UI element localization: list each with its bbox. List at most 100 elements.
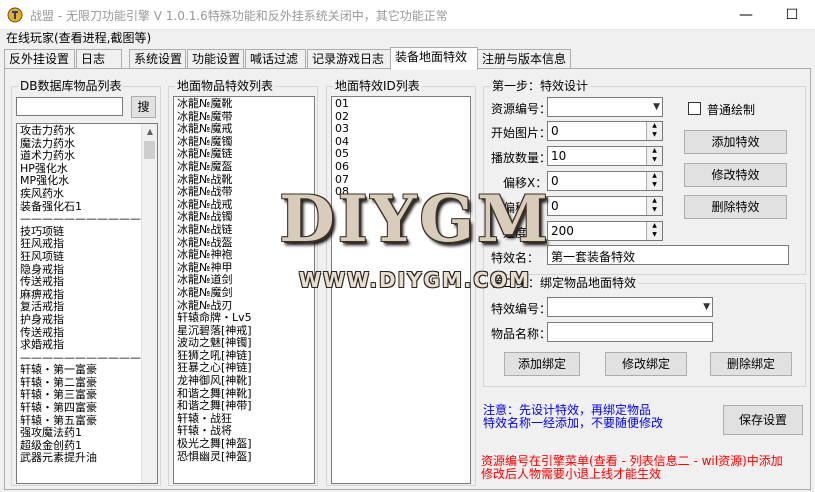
list-item[interactable]: 轩辕命牌・Lv5: [177, 311, 252, 325]
list-item[interactable]: 武器元素提升油: [20, 452, 141, 465]
offset-x-input[interactable]: 0 ▲ ▼: [547, 171, 663, 191]
tab-registration[interactable]: 注册与版本信息: [477, 49, 571, 69]
db-search-button[interactable]: 搜: [131, 96, 156, 118]
spin-up-icon: ▲: [652, 222, 657, 229]
tab-system-settings[interactable]: 系统设置: [129, 49, 186, 69]
list-item[interactable]: 冰龍№魔剑: [177, 286, 252, 300]
spin-up-icon: ▲: [652, 122, 657, 129]
save-settings-button[interactable]: 保存设置: [723, 405, 803, 435]
list-item[interactable]: 龙神御风[神靴]: [177, 374, 252, 388]
speed-spinner[interactable]: ▲ ▼: [646, 222, 662, 240]
normal-draw-checkbox[interactable]: [688, 102, 701, 115]
start-image-spinner[interactable]: ▲ ▼: [646, 122, 662, 140]
maximize-button[interactable]: ☐: [769, 0, 815, 30]
resource-no-label: 资源编号：: [491, 102, 552, 116]
chevron-down-icon: ▼: [653, 102, 660, 112]
spin-down-icon: ▼: [652, 206, 657, 213]
ground-items-title: 地面物品特效列表: [175, 79, 276, 93]
chevron-down-icon: ▼: [703, 302, 710, 312]
effect-name-label: 特效名：: [491, 251, 540, 265]
ground-items-list[interactable]: 冰龍№魔靴 冰龍№魔带 冰龍№魔戒 冰龍№魔镯 冰龍№魔链 冰龍№魔盔 冰龍№战靴 冰龍№战带…: [173, 96, 315, 484]
list-item[interactable]: 狂风项链: [20, 250, 141, 264]
list-item[interactable]: 冰龍№魔戒: [177, 123, 252, 136]
modify-effect-button[interactable]: 修改特效: [684, 163, 787, 187]
start-image-input[interactable]: 0 ▲ ▼: [547, 121, 663, 141]
list-item[interactable]: 冰龍№魔靴: [177, 97, 252, 111]
tab-game-log[interactable]: 记录游戏日志: [307, 49, 391, 69]
list-item[interactable]: 冰龍№战链: [177, 223, 252, 237]
delete-effect-button[interactable]: 删除特效: [684, 195, 787, 219]
list-item[interactable]: 传送戒指: [20, 276, 141, 289]
list-item[interactable]: 波动之魅[神镯]: [177, 337, 252, 350]
resource-no-select[interactable]: ▼: [547, 97, 663, 117]
add-effect-button[interactable]: 添加特效: [684, 130, 787, 154]
list-item[interactable]: 极光之舞[神盔]: [177, 437, 252, 451]
offset-y-spinner[interactable]: ▲ ▼: [646, 197, 662, 215]
tab-anti-cheat[interactable]: 反外挂设置: [4, 49, 75, 69]
delete-binding-button[interactable]: 删除绑定: [710, 352, 792, 376]
ground-effects-panel: DB数据库物品列表 搜 攻击力药水 魔法力药水 道术力药水 HP强化水 MP强化水 疾风药…: [4, 68, 811, 490]
ground-items-lines: 冰龍№魔靴 冰龍№魔带 冰龍№魔戒 冰龍№魔镯 冰龍№魔链 冰龍№魔盔 冰龍№战靴 冰龍№战带…: [177, 97, 252, 464]
bind-item-title: 第二步：绑定物品地面特效: [490, 276, 639, 290]
spin-up-icon: ▲: [652, 147, 657, 154]
db-items-title: DB数据库物品列表: [18, 79, 124, 93]
spin-down-icon: ▼: [652, 231, 657, 238]
tab-ground-effects[interactable]: 装备地面特效: [390, 47, 478, 70]
effect-id-title: 地面特效ID列表: [333, 79, 422, 93]
list-item[interactable]: 轩辕・第四富豪: [20, 401, 141, 415]
effect-name-input[interactable]: 第一套装备特效: [547, 245, 789, 265]
list-item[interactable]: 强攻魔法药1: [20, 427, 141, 440]
list-item[interactable]: 冰龍№战带: [177, 186, 252, 199]
ground-items-group: 地面物品特效列表 冰龍№魔靴 冰龍№魔带 冰龍№魔戒 冰龍№魔镯 冰龍№魔链 冰龍№魔盔冰…: [168, 79, 318, 486]
list-item[interactable]: 道术力药水: [20, 150, 141, 163]
normal-draw-label: 普通绘制: [707, 103, 756, 117]
add-binding-button[interactable]: 添加绑定: [504, 352, 580, 376]
list-item[interactable]: 冰龍№神袍: [177, 249, 252, 262]
spin-up-icon: ▲: [652, 197, 657, 204]
offset-x-spinner[interactable]: ▲ ▼: [646, 172, 662, 190]
db-search-input[interactable]: [16, 97, 123, 116]
list-item[interactable]: 恐惧幽灵[神盔]: [177, 450, 252, 464]
list-item[interactable]: 03: [335, 122, 349, 136]
play-count-input[interactable]: 10 ▲ ▼: [547, 146, 663, 166]
online-players-link[interactable]: 在线玩家(查看进程,截图等): [6, 29, 151, 46]
item-name-input[interactable]: [547, 322, 713, 342]
effect-design-group: 第一步：特效设计 资源编号： ▼ 开始图片： 0 ▲ ▼ 播放数量： 10 ▲ ▼ …: [483, 79, 806, 275]
effect-id-list[interactable]: 01 02 03 04 05 06 07 08: [331, 96, 471, 484]
note-blue-2: 特效名称一经添加，不要随便修改: [483, 416, 664, 430]
start-image-label: 开始图片：: [491, 126, 552, 140]
note-red-2: 修改后人物需要小退上线才能生效: [481, 467, 662, 481]
modify-binding-button[interactable]: 修改绑定: [605, 352, 687, 376]
tab-feature-settings[interactable]: 功能设置: [187, 49, 244, 69]
list-item[interactable]: ———————————: [20, 213, 141, 226]
db-items-scrollbar[interactable]: ▲: [141, 124, 157, 483]
list-item[interactable]: 08: [335, 185, 349, 199]
list-item[interactable]: 轩辕・第一富豪: [20, 364, 141, 377]
db-items-group: DB数据库物品列表 搜 攻击力药水 魔法力药水 道术力药水 HP强化水 MP强化水 疾风药…: [11, 79, 161, 486]
list-item[interactable]: 疾风药水: [20, 187, 141, 201]
list-item[interactable]: 攻击力药水: [20, 124, 141, 138]
item-name-label: 物品名称：: [491, 327, 552, 341]
minimize-button[interactable]: —: [723, 0, 769, 30]
list-item[interactable]: 和谐之舞[神带]: [177, 400, 252, 413]
tab-log[interactable]: 日志: [76, 49, 122, 69]
db-items-list[interactable]: 攻击力药水 魔法力药水 道术力药水 HP强化水 MP强化水 疾风药水 装备强化石1 —————…: [16, 123, 158, 484]
list-item[interactable]: 冰龍№魔盔: [177, 160, 252, 174]
play-count-spinner[interactable]: ▲ ▼: [646, 147, 662, 165]
speed-input[interactable]: 200 ▲ ▼: [547, 221, 663, 241]
spin-down-icon: ▼: [652, 181, 657, 188]
scroll-thumb[interactable]: [144, 141, 155, 159]
scroll-up-icon[interactable]: ▲: [142, 124, 157, 140]
spin-up-icon: ▲: [652, 172, 657, 179]
offset-y-input[interactable]: 0 ▲ ▼: [547, 196, 663, 216]
title-bar: 战盟 - 无限刀功能引擎 V 1.0.1.6特殊功能和反外挂系统关闭中，其它功能…: [0, 0, 815, 30]
list-item[interactable]: 护身戒指: [20, 313, 141, 327]
effect-design-title: 第一步：特效设计: [490, 79, 591, 93]
play-count-label: 播放数量：: [491, 151, 552, 165]
list-item[interactable]: 01: [335, 97, 349, 111]
effect-no-select[interactable]: ▼: [547, 297, 713, 317]
list-item[interactable]: 06: [335, 160, 349, 174]
list-item[interactable]: 求婚戒指: [20, 338, 141, 352]
tab-chat-filter[interactable]: 喊话过滤: [245, 49, 306, 69]
window-title: 战盟 - 无限刀功能引擎 V 1.0.1.6特殊功能和反外挂系统关闭中，其它功能…: [30, 9, 448, 23]
